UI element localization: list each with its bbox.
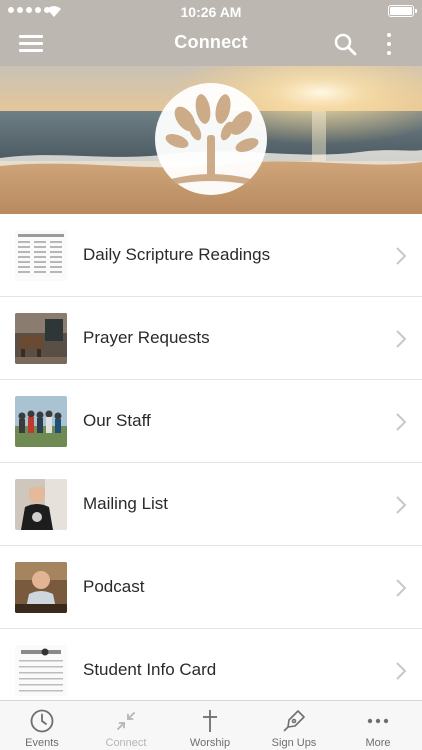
list-item-daily-scripture-readings[interactable]: Daily Scripture Readings xyxy=(0,214,422,297)
chevron-right-icon xyxy=(396,413,406,431)
card-document-thumbnail xyxy=(15,645,67,696)
list-item-mailing-list[interactable]: Mailing List xyxy=(0,463,422,546)
beach-sunrise-image xyxy=(0,66,422,214)
dots-icon xyxy=(367,718,389,724)
scripture-document-thumbnail xyxy=(15,230,67,281)
person-photo-thumbnail xyxy=(15,479,67,530)
tab-bar: Events Connect Worship Sign Ups More xyxy=(0,700,422,750)
list-item-label: Mailing List xyxy=(83,494,169,513)
vertical-dots-icon[interactable] xyxy=(382,31,396,57)
list-item-student-info-card[interactable]: Student Info Card xyxy=(0,629,422,700)
chevron-right-icon xyxy=(396,247,406,265)
tab-label: Connect xyxy=(105,737,147,749)
tab-sign-ups[interactable]: Sign Ups xyxy=(252,701,336,750)
tab-connect[interactable]: Connect xyxy=(84,701,168,750)
chevron-right-icon xyxy=(396,330,406,348)
tab-label: More xyxy=(365,737,391,749)
tab-events[interactable]: Events xyxy=(0,701,84,750)
speaker-photo-thumbnail xyxy=(15,562,67,613)
page-title: Connect xyxy=(174,32,248,52)
top-bar: 10:26 AM Connect xyxy=(0,0,422,66)
compress-arrows-icon xyxy=(117,712,135,730)
status-bar: 10:26 AM xyxy=(0,0,422,22)
cross-icon xyxy=(203,710,217,732)
room-photo-thumbnail xyxy=(15,313,67,364)
tab-label: Events xyxy=(25,737,59,749)
pen-nib-icon xyxy=(283,710,305,732)
header-banner-image xyxy=(0,66,422,214)
connect-list: Daily Scripture Readings Prayer Requests xyxy=(0,214,422,700)
chevron-right-icon xyxy=(396,579,406,597)
list-item-prayer-requests[interactable]: Prayer Requests xyxy=(0,297,422,380)
chevron-right-icon xyxy=(396,662,406,680)
battery-icon xyxy=(388,5,417,17)
list-item-label: Student Info Card xyxy=(83,660,217,679)
status-time: 10:26 AM xyxy=(180,4,242,20)
list-item-podcast[interactable]: Podcast xyxy=(0,546,422,629)
list-item-label: Our Staff xyxy=(83,411,151,430)
search-icon[interactable] xyxy=(333,32,357,56)
list-item-label: Prayer Requests xyxy=(83,328,210,347)
tab-label: Worship xyxy=(189,737,231,749)
app-screen: 10:26 AM Connect Daily Scripture Reading… xyxy=(0,0,422,750)
navigation-bar: Connect xyxy=(0,22,422,66)
tab-more[interactable]: More xyxy=(336,701,420,750)
clock-icon xyxy=(30,709,54,733)
list-item-our-staff[interactable]: Our Staff xyxy=(0,380,422,463)
tree-logo xyxy=(155,83,267,195)
list-item-label: Daily Scripture Readings xyxy=(83,245,271,264)
list-item-label: Podcast xyxy=(83,577,145,596)
chevron-right-icon xyxy=(396,496,406,514)
tab-label: Sign Ups xyxy=(271,737,317,749)
group-photo-thumbnail xyxy=(15,396,67,447)
tab-worship[interactable]: Worship xyxy=(168,701,252,750)
